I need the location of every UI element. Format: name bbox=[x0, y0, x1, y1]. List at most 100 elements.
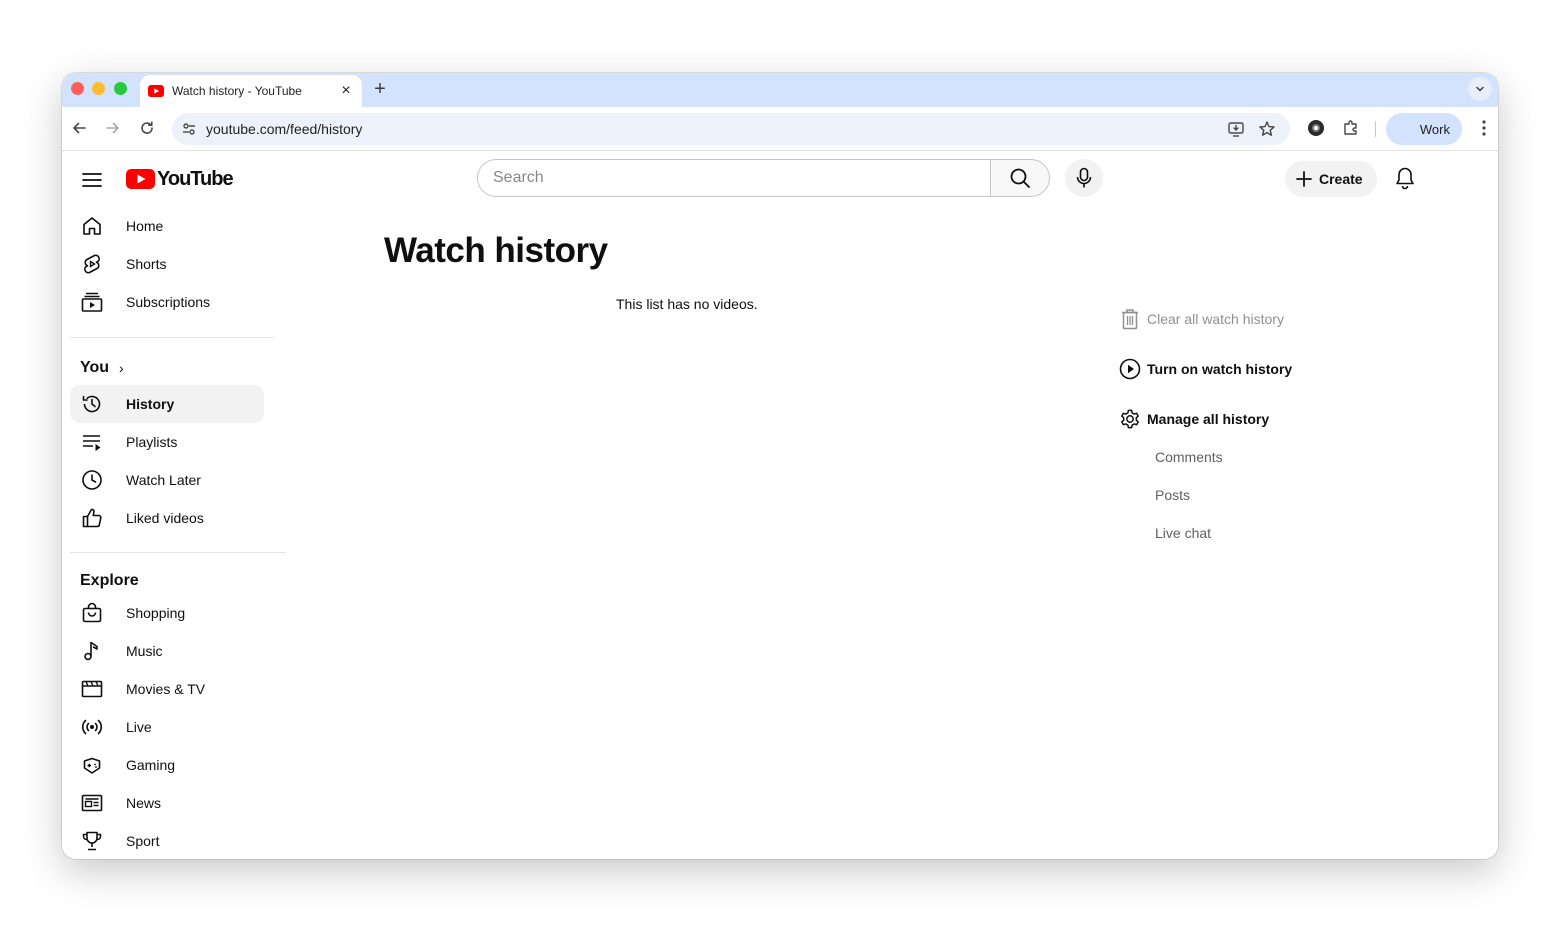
sidebar-item-label: Music bbox=[126, 643, 163, 659]
search-input[interactable] bbox=[493, 169, 991, 187]
turn-on-watch-history-label: Turn on watch history bbox=[1147, 361, 1293, 377]
shopping-bag-icon bbox=[80, 601, 104, 625]
tab-strip: Watch history - YouTube × + bbox=[62, 73, 1498, 107]
sidebar-item-label: Shorts bbox=[126, 256, 167, 272]
manage-comments-link[interactable]: Comments bbox=[1155, 449, 1223, 465]
gear-icon bbox=[1118, 407, 1142, 431]
history-icon bbox=[80, 392, 104, 416]
empty-list-message: This list has no videos. bbox=[616, 296, 758, 312]
playlists-icon bbox=[80, 430, 104, 454]
create-button[interactable]: Create bbox=[1285, 161, 1377, 197]
youtube-play-logo-icon bbox=[126, 169, 155, 189]
notifications-bell-icon[interactable] bbox=[1392, 165, 1418, 191]
sidebar-item-liked-videos[interactable]: Liked videos bbox=[70, 499, 264, 537]
sidebar-item-label: History bbox=[126, 396, 175, 412]
tab-search-chevron-icon[interactable] bbox=[1468, 77, 1492, 101]
clear-watch-history-button[interactable]: Clear all watch history bbox=[1118, 307, 1284, 331]
guide-sidebar: Home Shorts Subscriptions You › History … bbox=[62, 207, 290, 859]
home-icon bbox=[80, 214, 104, 238]
bookmark-star-icon[interactable] bbox=[1258, 120, 1276, 138]
gamepad-icon bbox=[80, 753, 104, 777]
sidebar-item-label: Subscriptions bbox=[126, 294, 211, 310]
manage-posts-link[interactable]: Posts bbox=[1155, 487, 1190, 503]
browser-tab-active[interactable]: Watch history - YouTube × bbox=[140, 75, 362, 107]
shorts-icon bbox=[80, 252, 104, 276]
play-circle-icon bbox=[1118, 357, 1142, 381]
youtube-wordmark: YouTube bbox=[157, 167, 234, 190]
trophy-icon bbox=[80, 829, 104, 853]
voice-search-button[interactable] bbox=[1065, 159, 1103, 197]
sidebar-item-label: Shopping bbox=[126, 605, 186, 621]
sidebar-item-label: Live bbox=[126, 719, 152, 735]
clear-watch-history-label: Clear all watch history bbox=[1147, 311, 1284, 327]
forward-arrow-icon[interactable] bbox=[102, 117, 124, 139]
sidebar-item-sport[interactable]: Sport bbox=[70, 822, 264, 859]
sidebar-item-label: News bbox=[126, 795, 162, 811]
sidebar-item-label: Gaming bbox=[126, 757, 176, 773]
sidebar-divider bbox=[70, 337, 274, 338]
microphone-icon bbox=[1076, 167, 1092, 188]
chevron-right-icon: › bbox=[119, 360, 124, 376]
clapperboard-icon bbox=[80, 677, 104, 701]
plus-icon bbox=[1296, 171, 1312, 187]
hamburger-menu-icon[interactable] bbox=[80, 168, 104, 192]
search-button[interactable] bbox=[990, 159, 1050, 197]
minimize-window-button[interactable] bbox=[92, 82, 105, 95]
explore-heading: Explore bbox=[80, 572, 139, 589]
sidebar-item-playlists[interactable]: Playlists bbox=[70, 423, 264, 461]
toolbar-separator bbox=[1375, 121, 1376, 137]
back-arrow-icon[interactable] bbox=[68, 117, 90, 139]
sidebar-item-news[interactable]: News bbox=[70, 784, 264, 822]
sidebar-item-watch-later[interactable]: Watch Later bbox=[70, 461, 264, 499]
address-bar[interactable]: youtube.com/feed/history bbox=[172, 113, 1290, 145]
install-app-icon[interactable] bbox=[1227, 120, 1245, 138]
masthead: YouTube Create bbox=[62, 151, 1498, 207]
browser-toolbar: youtube.com/feed/history Work bbox=[62, 107, 1498, 151]
new-tab-button[interactable]: + bbox=[370, 79, 390, 99]
clock-icon bbox=[80, 468, 104, 492]
live-broadcast-icon bbox=[80, 715, 104, 739]
sidebar-item-gaming[interactable]: Gaming bbox=[70, 746, 264, 784]
sidebar-item-live[interactable]: Live bbox=[70, 708, 264, 746]
reload-icon[interactable] bbox=[136, 117, 158, 139]
trash-icon bbox=[1118, 307, 1142, 331]
manage-all-history-button[interactable]: Manage all history bbox=[1118, 407, 1269, 431]
close-window-button[interactable] bbox=[71, 82, 84, 95]
you-heading: You bbox=[80, 359, 110, 376]
turn-on-watch-history-button[interactable]: Turn on watch history bbox=[1118, 357, 1292, 381]
sidebar-item-label: Watch Later bbox=[126, 472, 201, 488]
sidebar-item-shopping[interactable]: Shopping bbox=[70, 594, 264, 632]
thumbs-up-icon bbox=[80, 506, 104, 530]
sidebar-item-label: Home bbox=[126, 218, 164, 234]
browser-window: Watch history - YouTube × + youtube.com/… bbox=[62, 73, 1498, 859]
sidebar-item-history[interactable]: History bbox=[70, 385, 264, 423]
youtube-logo[interactable]: YouTube bbox=[126, 167, 234, 190]
sidebar-item-subscriptions[interactable]: Subscriptions bbox=[70, 283, 264, 321]
profile-label: Work bbox=[1419, 121, 1450, 137]
site-settings-icon[interactable] bbox=[180, 120, 198, 138]
more-vert-icon[interactable] bbox=[1474, 118, 1494, 138]
sidebar-item-movies-tv[interactable]: Movies & TV bbox=[70, 670, 264, 708]
profile-button[interactable]: Work bbox=[1386, 113, 1462, 145]
newspaper-icon bbox=[80, 791, 104, 815]
extensions-puzzle-icon[interactable] bbox=[1341, 118, 1361, 138]
sidebar-item-shorts[interactable]: Shorts bbox=[70, 245, 264, 283]
manage-live-chat-link[interactable]: Live chat bbox=[1155, 525, 1211, 541]
tab-title: Watch history - YouTube bbox=[172, 84, 302, 98]
sidebar-item-music[interactable]: Music bbox=[70, 632, 264, 670]
sidebar-divider bbox=[70, 552, 286, 553]
sidebar-item-label: Liked videos bbox=[126, 510, 204, 526]
sidebar-item-home[interactable]: Home bbox=[70, 207, 264, 245]
manage-all-history-label: Manage all history bbox=[1147, 411, 1270, 427]
sidebar-item-label: Sport bbox=[126, 833, 160, 849]
extension-avatar-icon[interactable] bbox=[1306, 118, 1326, 138]
youtube-page: YouTube Create bbox=[62, 151, 1498, 859]
sidebar-item-label: Movies & TV bbox=[126, 681, 206, 697]
search-box[interactable] bbox=[477, 159, 991, 197]
zoom-window-button[interactable] bbox=[114, 82, 127, 95]
tab-close-icon[interactable]: × bbox=[338, 83, 354, 99]
sidebar-item-label: Playlists bbox=[126, 434, 178, 450]
you-section-link[interactable]: You › bbox=[80, 359, 124, 377]
music-note-icon bbox=[80, 639, 104, 663]
youtube-favicon-icon bbox=[148, 85, 164, 97]
